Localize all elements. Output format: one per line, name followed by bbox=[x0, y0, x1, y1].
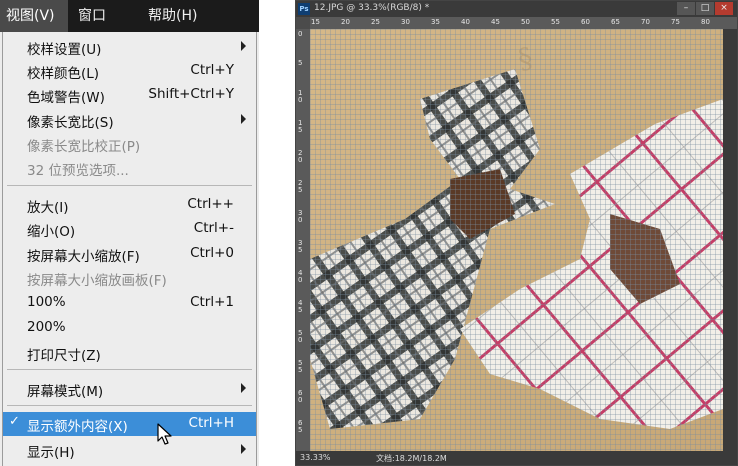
ruler-tick: 25 bbox=[371, 18, 380, 26]
menu-item-label: 按屏幕大小缩放(F) bbox=[27, 249, 140, 265]
menu-item-32bit-preview: 32 位预览选项... bbox=[3, 156, 256, 180]
menu-view[interactable]: 视图(V) bbox=[0, 0, 68, 32]
ruler-tick: 45 bbox=[491, 18, 500, 26]
submenu-arrow-icon bbox=[241, 383, 246, 393]
menu-item-label: 打印尺寸(Z) bbox=[27, 348, 101, 364]
menu-item-label: 屏幕模式(M) bbox=[27, 384, 104, 400]
menu-item-label: 放大(I) bbox=[27, 200, 69, 216]
menu-item-extras[interactable]: ✓ 显示额外内容(X) Ctrl+H bbox=[3, 412, 256, 436]
ruler-tick: 4 0 bbox=[298, 269, 303, 284]
photoshop-logo-icon: Ps bbox=[298, 3, 310, 15]
menu-item-shortcut: Ctrl+H bbox=[188, 415, 234, 431]
ruler-tick: 50 bbox=[521, 18, 530, 26]
ruler-tick: 2 0 bbox=[298, 149, 303, 164]
minimize-button[interactable]: – bbox=[677, 2, 695, 15]
checkmark-icon: ✓ bbox=[9, 414, 20, 429]
ruler-tick: 80 bbox=[701, 18, 710, 26]
ruler-tick: 70 bbox=[641, 18, 650, 26]
ruler-tick: 5 bbox=[298, 59, 303, 67]
menu-item-zoom-out[interactable]: 缩小(O) Ctrl+- bbox=[3, 217, 256, 241]
vertical-scrollbar[interactable] bbox=[723, 29, 737, 451]
menu-item-shortcut: Ctrl+- bbox=[193, 220, 234, 236]
close-button[interactable]: × bbox=[715, 2, 733, 15]
submenu-arrow-icon bbox=[241, 114, 246, 124]
ruler-tick: 2 5 bbox=[298, 179, 303, 194]
document-size-info[interactable]: 文档:18.2M/18.2M bbox=[376, 453, 447, 464]
menu-item-label: 色域警告(W) bbox=[27, 90, 105, 106]
maximize-button[interactable]: □ bbox=[696, 2, 714, 15]
grid-overlay bbox=[310, 29, 723, 451]
ruler-tick: 0 bbox=[298, 30, 303, 38]
menu-window[interactable]: 窗口(W) bbox=[72, 0, 136, 56]
document-canvas[interactable]: § bbox=[310, 29, 723, 451]
menu-item-label: 200% bbox=[27, 319, 66, 335]
ruler-tick: 4 5 bbox=[298, 299, 303, 314]
menu-item-shortcut: Ctrl++ bbox=[187, 196, 234, 212]
ruler-vertical[interactable]: 0 5 1 0 1 5 2 0 2 5 3 0 3 5 4 0 4 5 5 0 … bbox=[296, 29, 310, 451]
menu-item-label: 缩小(O) bbox=[27, 224, 76, 240]
document-title-bar[interactable]: Ps 12.JPG @ 33.3%(RGB/8) * – □ × bbox=[296, 1, 737, 17]
ruler-tick: 30 bbox=[401, 18, 410, 26]
menu-separator bbox=[7, 369, 252, 370]
menu-item-shortcut: Shift+Ctrl+Y bbox=[148, 86, 234, 102]
menu-item-shortcut: Ctrl+1 bbox=[190, 294, 234, 310]
ruler-tick: 6 5 bbox=[298, 419, 303, 434]
menu-item-fit-on-screen[interactable]: 按屏幕大小缩放(F) Ctrl+0 bbox=[3, 242, 256, 266]
submenu-arrow-icon bbox=[241, 41, 246, 51]
view-dropdown-menu: 校样设置(U) 校样颜色(L) Ctrl+Y 色域警告(W) Shift+Ctr… bbox=[2, 32, 257, 466]
ruler-tick: 6 0 bbox=[298, 389, 303, 404]
ruler-tick: 20 bbox=[341, 18, 350, 26]
ruler-tick: 35 bbox=[431, 18, 440, 26]
menu-separator bbox=[7, 405, 252, 406]
menu-item-shortcut: Ctrl+0 bbox=[190, 245, 234, 261]
menu-screenshot: 视图(V) 窗口(W) 帮助(H) 校样设置(U) 校样颜色(L) Ctrl+Y… bbox=[0, 0, 259, 466]
mouse-cursor-icon bbox=[157, 423, 172, 445]
menu-item-zoom-in[interactable]: 放大(I) Ctrl++ bbox=[3, 193, 256, 217]
menu-item-show[interactable]: 显示(H) bbox=[3, 438, 256, 462]
menu-item-label: 校样颜色(L) bbox=[27, 66, 100, 82]
ruler-tick: 3 0 bbox=[298, 209, 303, 224]
ruler-horizontal[interactable]: 15 20 25 30 35 40 45 50 55 60 65 70 75 8… bbox=[310, 17, 737, 29]
menu-item-print-size[interactable]: 打印尺寸(Z) bbox=[3, 341, 256, 365]
menu-help[interactable]: 帮助(H) bbox=[142, 0, 206, 32]
menu-item-label: 32 位预览选项... bbox=[27, 163, 129, 179]
ruler-tick: 40 bbox=[461, 18, 470, 26]
menu-item-screen-mode[interactable]: 屏幕模式(M) bbox=[3, 377, 256, 401]
photoshop-window: Ps 12.JPG @ 33.3%(RGB/8) * – □ × 15 20 2… bbox=[295, 0, 738, 466]
ruler-tick: 5 0 bbox=[298, 329, 303, 344]
menu-item-label: 显示额外内容(X) bbox=[27, 419, 128, 435]
ruler-tick: 1 0 bbox=[298, 89, 303, 104]
ruler-tick: 75 bbox=[671, 18, 680, 26]
menubar: 视图(V) 窗口(W) 帮助(H) bbox=[0, 0, 259, 56]
menu-item-fit-artboard: 按屏幕大小缩放画板(F) bbox=[3, 266, 256, 290]
ruler-tick: 5 5 bbox=[298, 359, 303, 374]
ruler-tick: 15 bbox=[311, 18, 320, 26]
submenu-arrow-icon bbox=[241, 444, 246, 454]
ruler-corner bbox=[296, 17, 310, 29]
menu-item-proof-colors[interactable]: 校样颜色(L) Ctrl+Y bbox=[3, 59, 256, 83]
menu-item-200-percent[interactable]: 200% bbox=[3, 316, 256, 340]
ruler-tick: 3 5 bbox=[298, 239, 303, 254]
zoom-level[interactable]: 33.33% bbox=[300, 453, 331, 462]
menu-item-label: 显示(H) bbox=[27, 445, 75, 461]
menu-item-label: 按屏幕大小缩放画板(F) bbox=[27, 273, 167, 289]
menu-item-label: 校样设置(U) bbox=[27, 42, 102, 58]
menu-item-pixel-aspect-correction: 像素长宽比校正(P) bbox=[3, 132, 256, 156]
status-bar: 33.33% 文档:18.2M/18.2M bbox=[296, 451, 737, 465]
ruler-tick: 65 bbox=[611, 18, 620, 26]
ruler-tick: 55 bbox=[551, 18, 560, 26]
menu-item-gamut-warning[interactable]: 色域警告(W) Shift+Ctrl+Y bbox=[3, 83, 256, 107]
menu-item-shortcut: Ctrl+Y bbox=[190, 62, 234, 78]
menu-item-label: 100% bbox=[27, 294, 66, 310]
menu-item-100-percent[interactable]: 100% Ctrl+1 bbox=[3, 291, 256, 315]
menu-separator bbox=[7, 185, 252, 186]
menu-item-proof-setup[interactable]: 校样设置(U) bbox=[3, 35, 256, 59]
menu-item-pixel-aspect-ratio[interactable]: 像素长宽比(S) bbox=[3, 108, 256, 132]
ruler-tick: 60 bbox=[581, 18, 590, 26]
menu-item-label: 像素长宽比校正(P) bbox=[27, 139, 141, 155]
document-title: 12.JPG @ 33.3%(RGB/8) * bbox=[314, 3, 430, 13]
menu-item-label: 像素长宽比(S) bbox=[27, 115, 114, 131]
ruler-tick: 1 5 bbox=[298, 119, 303, 134]
